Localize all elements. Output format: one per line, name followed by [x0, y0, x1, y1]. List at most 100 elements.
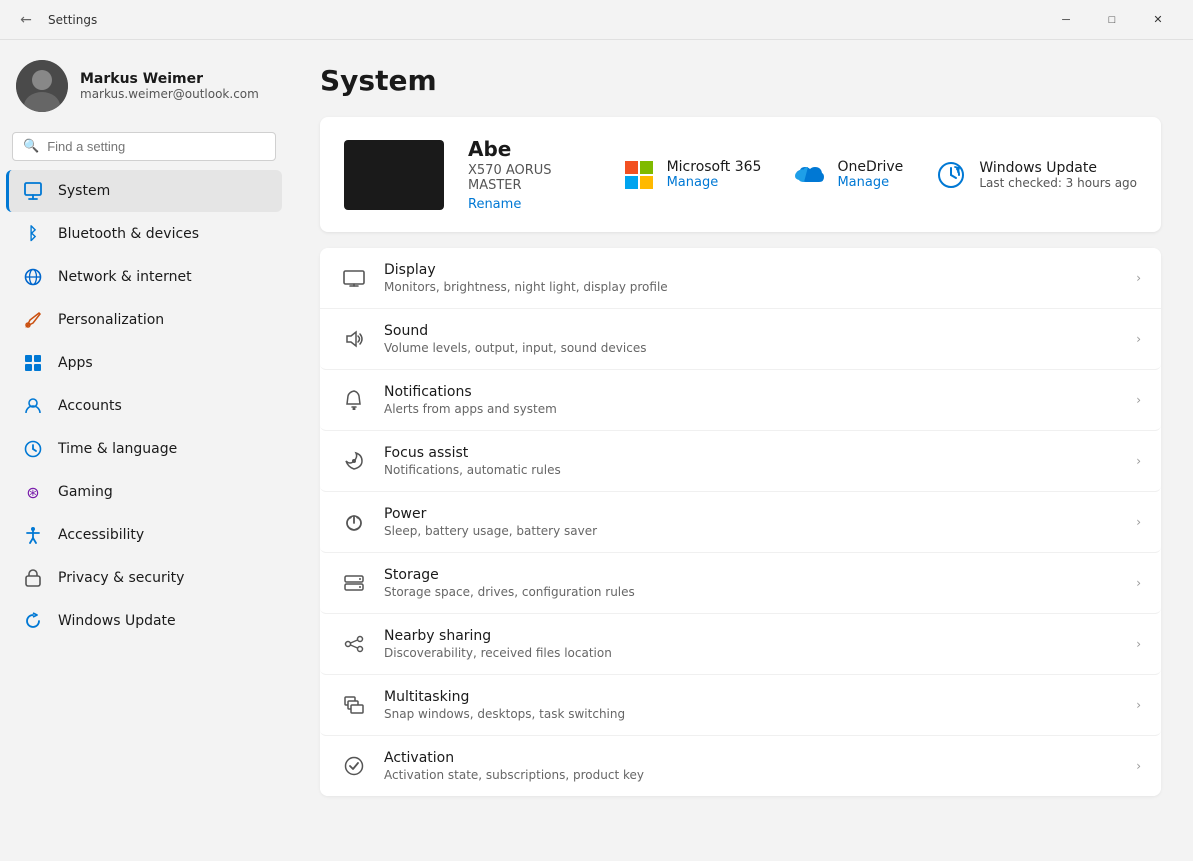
notifications-icon — [340, 386, 368, 414]
accounts-icon — [22, 395, 44, 417]
window-title: Settings — [48, 13, 1043, 27]
focus-chevron: › — [1136, 454, 1141, 468]
main-content: System Abe X570 AORUS MASTER Rename — [288, 40, 1193, 861]
activation-title: Activation — [384, 750, 1120, 766]
system-icon — [22, 180, 44, 202]
sound-title: Sound — [384, 323, 1120, 339]
activation-chevron: › — [1136, 759, 1141, 773]
onedrive-info: OneDrive Manage — [837, 159, 903, 190]
activation-desc: Activation state, subscriptions, product… — [384, 768, 1120, 782]
sidebar-label-bluetooth: Bluetooth & devices — [58, 226, 199, 242]
computer-name: Abe — [468, 137, 599, 161]
sidebar-item-bluetooth[interactable]: ᛒ Bluetooth & devices — [6, 213, 282, 255]
nearby-title: Nearby sharing — [384, 628, 1120, 644]
ms365-icon — [623, 159, 655, 191]
nearby-icon — [340, 630, 368, 658]
nearby-text: Nearby sharing Discoverability, received… — [384, 628, 1120, 660]
accessibility-icon — [22, 524, 44, 546]
focus-desc: Notifications, automatic rules — [384, 463, 1120, 477]
display-icon — [340, 264, 368, 292]
onedrive-name: OneDrive — [837, 159, 903, 175]
sidebar-item-update[interactable]: Windows Update — [6, 600, 282, 642]
settings-row-activation[interactable]: Activation Activation state, subscriptio… — [320, 736, 1161, 796]
user-profile[interactable]: Markus Weimer markus.weimer@outlook.com — [0, 48, 288, 128]
apps-icon — [22, 352, 44, 374]
focus-title: Focus assist — [384, 445, 1120, 461]
power-text: Power Sleep, battery usage, battery save… — [384, 506, 1120, 538]
time-icon — [22, 438, 44, 460]
sidebar-item-system[interactable]: System — [6, 170, 282, 212]
computer-model: X570 AORUS MASTER — [468, 163, 599, 193]
page-title: System — [320, 64, 1161, 97]
settings-row-storage[interactable]: Storage Storage space, drives, configura… — [320, 553, 1161, 614]
sidebar-nav: System ᛒ Bluetooth & devices Network & i… — [0, 169, 288, 643]
minimize-button[interactable]: ─ — [1043, 4, 1089, 36]
sidebar-item-accounts[interactable]: Accounts — [6, 385, 282, 427]
power-chevron: › — [1136, 515, 1141, 529]
onedrive-icon — [793, 159, 825, 191]
settings-row-sound[interactable]: Sound Volume levels, output, input, soun… — [320, 309, 1161, 370]
winupdate-icon — [935, 159, 967, 191]
settings-row-focus[interactable]: Focus assist Notifications, automatic ru… — [320, 431, 1161, 492]
winupdate-name: Windows Update — [979, 160, 1137, 176]
display-chevron: › — [1136, 271, 1141, 285]
settings-row-multitasking[interactable]: Multitasking Snap windows, desktops, tas… — [320, 675, 1161, 736]
sidebar-item-personalization[interactable]: Personalization — [6, 299, 282, 341]
search-icon: 🔍 — [23, 139, 39, 154]
sidebar-item-time[interactable]: Time & language — [6, 428, 282, 470]
activation-text: Activation Activation state, subscriptio… — [384, 750, 1120, 782]
nearby-chevron: › — [1136, 637, 1141, 651]
window-controls: ─ □ ✕ — [1043, 4, 1181, 36]
service-ms365: Microsoft 365 Manage — [623, 159, 762, 191]
maximize-button[interactable]: □ — [1089, 4, 1135, 36]
privacy-icon — [22, 567, 44, 589]
settings-row-power[interactable]: Power Sleep, battery usage, battery save… — [320, 492, 1161, 553]
user-email: markus.weimer@outlook.com — [80, 87, 259, 101]
sidebar-item-gaming[interactable]: ⊛ Gaming — [6, 471, 282, 513]
user-name: Markus Weimer — [80, 71, 259, 87]
focus-text: Focus assist Notifications, automatic ru… — [384, 445, 1120, 477]
sidebar-item-apps[interactable]: Apps — [6, 342, 282, 384]
search-input[interactable] — [47, 139, 265, 154]
onedrive-manage[interactable]: Manage — [837, 175, 903, 190]
update-icon — [22, 610, 44, 632]
user-info: Markus Weimer markus.weimer@outlook.com — [80, 71, 259, 101]
sound-icon — [340, 325, 368, 353]
search-container: 🔍 — [0, 128, 288, 169]
sound-desc: Volume levels, output, input, sound devi… — [384, 341, 1120, 355]
settings-row-notifications[interactable]: Notifications Alerts from apps and syste… — [320, 370, 1161, 431]
settings-row-display[interactable]: Display Monitors, brightness, night ligh… — [320, 248, 1161, 309]
display-desc: Monitors, brightness, night light, displ… — [384, 280, 1120, 294]
notifications-title: Notifications — [384, 384, 1120, 400]
multitasking-chevron: › — [1136, 698, 1141, 712]
multitasking-icon — [340, 691, 368, 719]
close-button[interactable]: ✕ — [1135, 4, 1181, 36]
power-icon — [340, 508, 368, 536]
app-body: Markus Weimer markus.weimer@outlook.com … — [0, 40, 1193, 861]
back-button[interactable]: ← — [12, 6, 40, 34]
computer-info: Abe X570 AORUS MASTER Rename — [468, 137, 599, 212]
sidebar-label-accounts: Accounts — [58, 398, 122, 414]
sound-text: Sound Volume levels, output, input, soun… — [384, 323, 1120, 355]
sidebar-item-accessibility[interactable]: Accessibility — [6, 514, 282, 556]
sidebar-item-privacy[interactable]: Privacy & security — [6, 557, 282, 599]
sidebar-label-update: Windows Update — [58, 613, 176, 629]
multitasking-desc: Snap windows, desktops, task switching — [384, 707, 1120, 721]
activation-icon — [340, 752, 368, 780]
sidebar-label-accessibility: Accessibility — [58, 527, 144, 543]
sidebar-label-network: Network & internet — [58, 269, 192, 285]
nearby-desc: Discoverability, received files location — [384, 646, 1120, 660]
rename-link[interactable]: Rename — [468, 197, 521, 212]
ms365-manage[interactable]: Manage — [667, 175, 762, 190]
settings-row-nearby[interactable]: Nearby sharing Discoverability, received… — [320, 614, 1161, 675]
winupdate-info: Windows Update Last checked: 3 hours ago — [979, 160, 1137, 190]
service-onedrive: OneDrive Manage — [793, 159, 903, 191]
notifications-text: Notifications Alerts from apps and syste… — [384, 384, 1120, 416]
ms365-info: Microsoft 365 Manage — [667, 159, 762, 190]
personalization-icon — [22, 309, 44, 331]
service-winupdate: Windows Update Last checked: 3 hours ago — [935, 159, 1137, 191]
sidebar-item-network[interactable]: Network & internet — [6, 256, 282, 298]
sidebar-label-privacy: Privacy & security — [58, 570, 184, 586]
bluetooth-icon: ᛒ — [22, 223, 44, 245]
storage-icon — [340, 569, 368, 597]
